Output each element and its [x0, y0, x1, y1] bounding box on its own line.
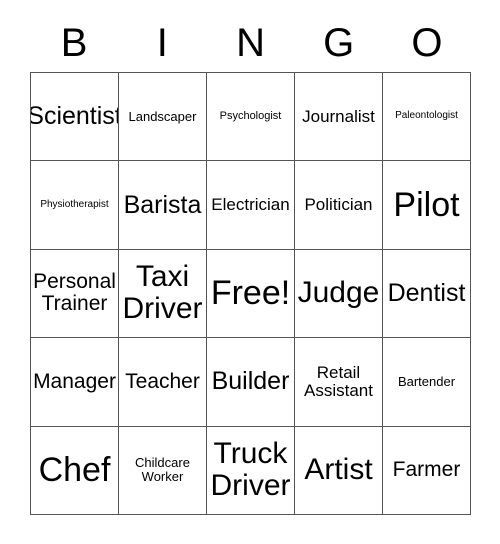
bingo-cell-label: Scientist: [31, 102, 119, 131]
bingo-cell-r2c5[interactable]: Pilot: [383, 161, 471, 250]
bingo-cell-label: Taxi Driver: [122, 260, 203, 326]
bingo-card: B I N G O Scientist Landscaper Psycholog…: [0, 0, 500, 544]
bingo-cell-label: Personal Trainer: [33, 269, 116, 316]
bingo-cell-label: Barista: [123, 190, 202, 219]
bingo-cell-label: Farmer: [392, 457, 461, 481]
bingo-header-letter-i: I: [156, 21, 168, 65]
bingo-cell-r4c2[interactable]: Teacher: [119, 338, 207, 427]
bingo-cell-r1c2[interactable]: Landscaper: [119, 73, 207, 162]
bingo-cell-label: Judge: [297, 276, 380, 310]
bingo-cell-label: Artist: [304, 453, 373, 487]
bingo-cell-r1c3[interactable]: Psychologist: [207, 73, 295, 162]
bingo-cell-label: Dentist: [387, 278, 466, 307]
bingo-cell-r2c4[interactable]: Politician: [295, 161, 383, 250]
bingo-header-row: B I N G O: [30, 16, 471, 70]
bingo-cell-label: Physiotherapist: [40, 198, 109, 210]
bingo-cell-r2c1[interactable]: Physiotherapist: [31, 161, 119, 250]
bingo-header-letter-g: G: [323, 21, 355, 65]
bingo-cell-label: Politician: [304, 194, 373, 214]
bingo-cell-label: Electrician: [211, 194, 290, 214]
bingo-cell-label: Chef: [38, 450, 111, 489]
bingo-cell-r5c4[interactable]: Artist: [295, 426, 383, 515]
bingo-grid: Scientist Landscaper Psychologist Journa…: [30, 72, 471, 515]
bingo-header-letter-n: N: [236, 21, 265, 65]
bingo-cell-label: Bartender: [397, 373, 456, 389]
bingo-cell-r5c2[interactable]: Childcare Worker: [119, 426, 207, 515]
bingo-cell-label: Builder: [211, 367, 290, 396]
bingo-cell-r1c4[interactable]: Journalist: [295, 73, 383, 162]
bingo-cell-r4c4[interactable]: Retail Assistant: [295, 338, 383, 427]
bingo-cell-r4c3[interactable]: Builder: [207, 338, 295, 427]
bingo-cell-label: Retail Assistant: [304, 362, 373, 400]
bingo-cell-r5c1[interactable]: Chef: [31, 426, 119, 515]
bingo-header-letter-b: B: [60, 21, 88, 65]
bingo-cell-r3c2[interactable]: Taxi Driver: [119, 249, 207, 339]
bingo-cell-label: Paleontologist: [395, 110, 458, 122]
bingo-cell-free-space[interactable]: Free!: [207, 249, 295, 339]
bingo-cell-label: Manager: [33, 369, 116, 393]
bingo-cell-label: Childcare Worker: [135, 455, 190, 485]
free-space-label: Free!: [210, 274, 291, 313]
bingo-cell-r2c2[interactable]: Barista: [119, 161, 207, 250]
bingo-cell-r2c3[interactable]: Electrician: [207, 161, 295, 250]
bingo-cell-label: Landscaper: [128, 108, 197, 124]
bingo-cell-r5c3[interactable]: Truck Driver: [207, 426, 295, 515]
bingo-cell-r3c4[interactable]: Judge: [295, 249, 383, 339]
bingo-cell-r3c1[interactable]: Personal Trainer: [31, 249, 119, 339]
bingo-cell-label: Psychologist: [219, 109, 282, 122]
bingo-cell-r3c5[interactable]: Dentist: [383, 249, 471, 339]
bingo-cell-r4c5[interactable]: Bartender: [383, 338, 471, 427]
bingo-cell-label: Journalist: [302, 106, 375, 126]
bingo-cell-label: Truck Driver: [210, 436, 291, 503]
bingo-cell-label: Pilot: [393, 185, 460, 224]
bingo-cell-r1c5[interactable]: Paleontologist: [383, 73, 471, 162]
bingo-cell-r4c1[interactable]: Manager: [31, 338, 119, 427]
bingo-header-letter-o: O: [411, 21, 443, 65]
bingo-cell-r1c1[interactable]: Scientist: [31, 73, 119, 162]
bingo-cell-r5c5[interactable]: Farmer: [383, 426, 471, 515]
bingo-cell-label: Teacher: [125, 369, 200, 393]
